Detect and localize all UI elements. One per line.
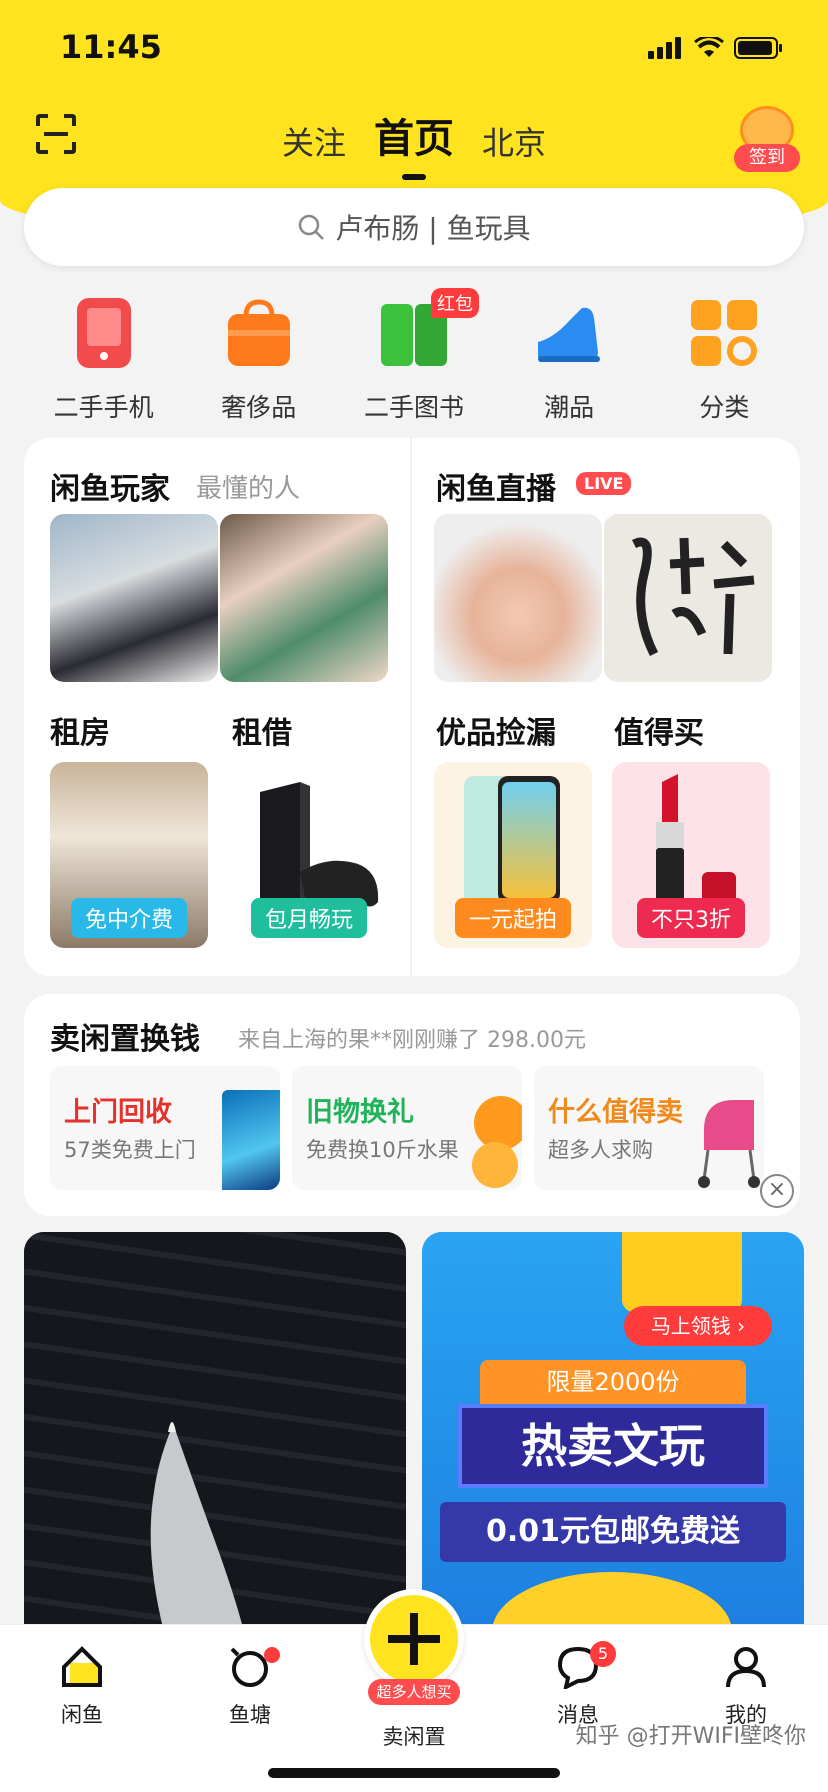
borrow-tag: 包月畅玩 bbox=[250, 898, 368, 938]
profile-icon bbox=[726, 1647, 766, 1688]
category-luxury[interactable]: 奢侈品 bbox=[184, 292, 334, 422]
category-row: 二手手机 奢侈品 红包 二手图书 潮品 分类 bbox=[0, 288, 828, 422]
ad-cta-button[interactable]: 马上领钱 › bbox=[624, 1306, 772, 1346]
category-label: 分类 bbox=[699, 393, 750, 422]
divider bbox=[410, 438, 412, 976]
stylus-image bbox=[150, 1422, 244, 1632]
red-packet-badge: 红包 bbox=[430, 288, 479, 318]
rent-title[interactable]: 租房 bbox=[50, 708, 110, 752]
live-title[interactable]: 闲鱼直播 bbox=[436, 464, 556, 508]
post-tag: 超多人想买 bbox=[368, 1679, 460, 1705]
top-header: 关注 首页 北京 签到 bbox=[0, 100, 828, 180]
rent-tag: 免中介费 bbox=[70, 898, 188, 938]
search-icon bbox=[299, 214, 325, 240]
live-badge: LIVE bbox=[576, 472, 632, 495]
category-books[interactable]: 红包 二手图书 bbox=[339, 288, 489, 422]
signin-button[interactable]: 签到 bbox=[734, 106, 800, 172]
post-button[interactable] bbox=[364, 1589, 464, 1689]
ad-cta-label: 马上领钱 bbox=[650, 1314, 731, 1338]
close-icon[interactable]: × bbox=[760, 1174, 794, 1208]
category-label: 潮品 bbox=[544, 393, 595, 422]
plus-icon bbox=[388, 1613, 440, 1665]
sell-item-exchange[interactable]: 旧物换礼 免费换10斤水果 bbox=[292, 1066, 522, 1190]
borrow-title[interactable]: 租借 bbox=[232, 708, 292, 752]
sell-ticker: 来自上海的果**刚刚赚了 298.00元 bbox=[238, 1028, 586, 1053]
tabbar-pond[interactable]: 鱼塘 bbox=[190, 1645, 310, 1729]
picks-photo[interactable]: 一元起拍 bbox=[434, 762, 592, 948]
battery-icon bbox=[734, 37, 782, 59]
tabbar-profile[interactable]: 我的 bbox=[686, 1645, 806, 1729]
notification-dot bbox=[264, 1647, 280, 1663]
tabbar-sell[interactable]: 卖闲置 bbox=[354, 1721, 474, 1751]
live-photo[interactable] bbox=[434, 514, 602, 682]
feature-card: 闲鱼玩家 最懂的人 闲鱼直播 LIVE 租房 免中介费 租借 包月畅玩 优品捡漏… bbox=[24, 438, 800, 976]
sell-item-title: 什么值得卖 bbox=[548, 1097, 683, 1128]
rent-photo[interactable]: 免中介费 bbox=[50, 762, 208, 948]
live-photo[interactable] bbox=[604, 514, 772, 682]
worth-photo[interactable]: 不只3折 bbox=[612, 762, 770, 948]
category-label: 二手手机 bbox=[53, 393, 154, 422]
tabbar-home[interactable]: 闲鱼 bbox=[22, 1645, 142, 1729]
signal-icon bbox=[648, 37, 681, 59]
watermark: 知乎 @打开WIFI壁咚你 bbox=[575, 1724, 806, 1749]
worth-title[interactable]: 值得买 bbox=[614, 708, 704, 752]
status-bar: 11:45 bbox=[0, 0, 828, 100]
wifi-icon bbox=[694, 37, 724, 57]
calligraphy-image bbox=[631, 537, 755, 657]
home-icon bbox=[62, 1646, 102, 1687]
borrow-photo[interactable]: 包月畅玩 bbox=[230, 762, 388, 948]
sell-item-recycle[interactable]: 上门回收 57类免费上门 bbox=[50, 1066, 280, 1190]
feed-item-photo[interactable] bbox=[24, 1232, 406, 1632]
grid-icon bbox=[691, 300, 758, 366]
ad-headline: 热卖文玩 bbox=[458, 1404, 768, 1488]
picks-tag: 一元起拍 bbox=[454, 898, 572, 938]
ad-offer: 0.01元包邮免费送 bbox=[440, 1502, 786, 1562]
picks-title[interactable]: 优品捡漏 bbox=[436, 708, 556, 752]
sneaker-icon bbox=[538, 307, 601, 362]
phone-icon bbox=[76, 298, 131, 368]
status-time: 11:45 bbox=[60, 28, 162, 66]
sell-title[interactable]: 卖闲置换钱 bbox=[50, 1014, 200, 1058]
sell-item-sub: 超多人求购 bbox=[548, 1138, 653, 1162]
stroller-image bbox=[698, 1100, 760, 1188]
tabbar-label: 闲鱼 bbox=[61, 1703, 103, 1727]
home-indicator bbox=[268, 1768, 560, 1778]
bottom-tabbar: 闲鱼 鱼塘 超多人想买 卖闲置 5 消息 我的 bbox=[0, 1589, 828, 1792]
category-phones[interactable]: 二手手机 bbox=[29, 292, 179, 422]
category-label: 奢侈品 bbox=[221, 393, 297, 422]
orange-image bbox=[472, 1142, 518, 1188]
sell-item-sub: 57类免费上门 bbox=[64, 1138, 196, 1162]
sell-item-sub: 免费换10斤水果 bbox=[306, 1138, 459, 1162]
phone-image bbox=[222, 1090, 280, 1190]
header-tabs: 关注 首页 北京 bbox=[0, 106, 828, 180]
tab-city[interactable]: 北京 bbox=[482, 118, 546, 164]
players-subtitle: 最懂的人 bbox=[196, 474, 301, 504]
status-icons bbox=[648, 36, 784, 60]
category-all[interactable]: 分类 bbox=[649, 292, 799, 422]
tab-follow[interactable]: 关注 bbox=[282, 118, 346, 164]
treasure-icon bbox=[622, 1232, 742, 1312]
category-trendy[interactable]: 潮品 bbox=[494, 292, 644, 422]
tabbar-label: 卖闲置 bbox=[382, 1725, 446, 1749]
sell-card: 卖闲置换钱 来自上海的果**刚刚赚了 298.00元 上门回收 57类免费上门 … bbox=[24, 994, 800, 1216]
sell-item-title: 上门回收 bbox=[64, 1097, 172, 1128]
tabbar-label: 鱼塘 bbox=[229, 1703, 271, 1727]
message-count-badge: 5 bbox=[590, 1641, 616, 1667]
tabbar-messages[interactable]: 5 消息 bbox=[518, 1641, 638, 1729]
player-photo[interactable] bbox=[50, 514, 218, 682]
sell-item-title: 旧物换礼 bbox=[306, 1097, 414, 1128]
worth-tag: 不只3折 bbox=[637, 898, 745, 938]
search-placeholder: 卢布肠 | 鱼玩具 bbox=[335, 212, 531, 245]
player-photo[interactable] bbox=[220, 514, 388, 682]
signin-label: 签到 bbox=[734, 144, 800, 172]
sell-item-worth[interactable]: 什么值得卖 超多人求购 bbox=[534, 1066, 764, 1190]
players-title[interactable]: 闲鱼玩家 bbox=[50, 464, 170, 508]
ad-limit: 限量2000份 bbox=[480, 1360, 746, 1404]
bag-icon bbox=[227, 299, 290, 366]
category-label: 二手图书 bbox=[363, 393, 464, 422]
tab-home[interactable]: 首页 bbox=[374, 106, 454, 180]
search-bar[interactable]: 卢布肠 | 鱼玩具 bbox=[24, 188, 804, 266]
ad-banner[interactable]: 马上领钱 › 限量2000份 热卖文玩 0.01元包邮免费送 bbox=[422, 1232, 804, 1632]
